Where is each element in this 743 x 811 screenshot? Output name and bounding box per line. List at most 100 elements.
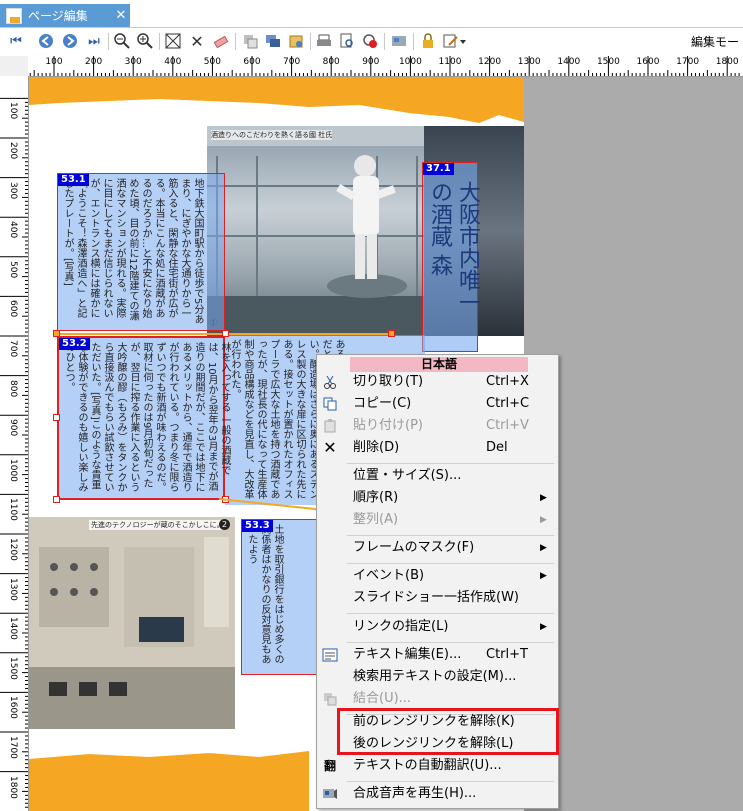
ruler-tick-label: 1200 — [8, 538, 18, 561]
scissors-icon — [321, 374, 339, 390]
frame-text: 林を入ってする 一般の酒蔵では、10月から翌年の3月までが酒造りの期間だが、ここ… — [63, 342, 230, 492]
submenu-arrow-icon: ▶ — [540, 543, 547, 553]
next-page-icon[interactable] — [60, 31, 80, 51]
photo-marker-2: 2 — [219, 519, 230, 530]
menu-item-align[interactable]: 整列(A) ▶ — [317, 509, 558, 531]
ruler-tick-label: 900 — [362, 57, 380, 67]
vertical-ruler: 100 200 300 400 500 600 700 800 900 1000 1100 1200 1… — [0, 76, 29, 811]
ruler-tick-label: 1400 — [8, 617, 18, 641]
ruler-tick-label: 300 — [124, 57, 142, 67]
ruler-tick-label: 1500 — [596, 57, 620, 67]
copy-frame-icon[interactable] — [240, 31, 260, 51]
menu-item-search-text[interactable]: 検索用テキストの設定(M)... — [317, 666, 558, 688]
speech-icon — [321, 786, 339, 802]
ruler-tick-label: 1400 — [557, 57, 581, 67]
first-page-icon[interactable]: ⏮ — [6, 31, 26, 51]
prev-page-icon[interactable] — [36, 31, 56, 51]
print-icon[interactable] — [314, 31, 334, 51]
photo2-caption: 先進のテクノロジーが蔵のそこかしこに。 — [89, 520, 226, 530]
frame-icon[interactable] — [163, 31, 183, 51]
ruler-tick-label: 400 — [8, 221, 18, 239]
ruler-tick-label: 1600 — [8, 696, 18, 720]
ruler-tick-label: 100 — [8, 102, 18, 120]
resize-handle[interactable] — [222, 330, 229, 337]
brewery-photo[interactable]: 酒造りへのこだわりを熱く語る國 杜氏 ① — [207, 126, 427, 336]
resize-handle[interactable] — [53, 496, 60, 503]
no-search-icon[interactable] — [360, 31, 380, 51]
settings-icon[interactable] — [389, 31, 409, 51]
tab-page-edit[interactable]: ページ編集 ✕ — [0, 4, 130, 27]
highlight-annotation — [337, 708, 559, 755]
text-edit-icon — [321, 647, 339, 663]
layers-icon[interactable] — [263, 31, 283, 51]
ruler-tick-label: 1000 — [398, 57, 422, 67]
frame-label: 53.3 — [242, 520, 273, 532]
text-frame-53-1[interactable]: 地下鉄大国町駅から徒歩で5分あまり、にぎやかな大通りから一筋入ると、閑静な住宅街… — [57, 173, 225, 331]
tab-title: ページ編集 — [28, 9, 88, 23]
menu-item-delete[interactable]: ✕ 削除(D) Del — [317, 437, 558, 459]
page-edit-icon — [6, 7, 22, 24]
frame-text: 土地を取引銀行をはじめ多くの関係者はかなりの反対意見もあったよう — [246, 524, 283, 664]
frame-text: 地下鉄大国町駅から徒歩で5分あまり、にぎやかな大通りから一筋入ると、閑静な住宅街… — [62, 178, 203, 325]
submenu-arrow-icon: ▶ — [540, 622, 547, 632]
menu-item-auto-translate[interactable]: 翻 テキストの自動翻訳(U)... — [317, 755, 558, 777]
edit-dropdown-icon[interactable] — [442, 31, 468, 51]
title-frame-37-1[interactable]: 大阪市内唯一の酒蔵 森 37.1 — [422, 162, 480, 352]
control-panel-photo[interactable]: 先進のテクノロジーが蔵のそこかしこに。 2 — [29, 517, 235, 729]
title-text: 大阪市内唯一の酒蔵 森 — [427, 181, 480, 313]
photo1-caption: 酒造りへのこだわりを熱く語る國 杜氏 — [211, 130, 333, 140]
tab-bar: ページ編集 ✕ — [0, 0, 743, 28]
menu-item-speech[interactable]: 合成音声を再生(H)... — [317, 783, 558, 805]
mode-label[interactable]: 編集モー — [691, 33, 739, 50]
paste-icon — [321, 418, 339, 434]
ruler-tick-label: 400 — [164, 57, 182, 67]
package-icon[interactable] — [286, 31, 306, 51]
zoom-out-icon[interactable] — [112, 31, 132, 51]
menu-item-merge[interactable]: 結合(U)... — [317, 688, 558, 710]
ruler-tick-label: 1800 — [8, 775, 18, 799]
ruler-tick-label: 1200 — [478, 57, 502, 67]
menu-item-link[interactable]: リンクの指定(L) ▶ — [317, 616, 558, 638]
toolbar: ⏮ ⏭ ✕ 編集モー — [0, 28, 743, 55]
ruler-tick-label: 600 — [243, 57, 261, 67]
lock-icon[interactable] — [418, 31, 438, 51]
submenu-arrow-icon: ▶ — [540, 493, 547, 503]
ruler-tick-label: 700 — [8, 340, 18, 358]
ruler-tick-label: 1300 — [517, 57, 541, 67]
horizontal-ruler: 100 200 300 400 500 600 700 800 900 1000 1100 1200 1… — [28, 56, 743, 77]
submenu-arrow-icon: ▶ — [540, 571, 547, 581]
ruler-corner — [0, 56, 29, 77]
zoom-in-icon[interactable] — [135, 31, 155, 51]
menu-item-paste[interactable]: 貼り付け(P) Ctrl+V — [317, 415, 558, 437]
ruler-tick-label: 800 — [322, 57, 340, 67]
ruler-tick-label: 100 — [45, 57, 63, 67]
search-doc-icon[interactable] — [337, 31, 357, 51]
resize-handle[interactable] — [53, 414, 60, 421]
translate-icon: 翻 — [323, 759, 336, 773]
eraser-icon[interactable] — [211, 31, 231, 51]
ruler-tick-label: 1700 — [8, 736, 18, 759]
ruler-tick-label: 1100 — [438, 57, 462, 67]
menu-item-slideshow[interactable]: スライドショー一括作成(W) — [317, 587, 558, 609]
ruler-tick-label: 1100 — [8, 498, 18, 522]
frame-label: 53.1 — [58, 174, 89, 186]
text-frame-53-2[interactable]: 林を入ってする 一般の酒蔵では、10月から翌年の3月までが酒造りの期間だが、ここ… — [57, 336, 230, 500]
ruler-tick-label: 500 — [8, 260, 18, 278]
delete-icon[interactable]: ✕ — [187, 31, 207, 51]
ruler-tick-label: 300 — [8, 181, 18, 199]
close-tab-button[interactable]: ✕ — [112, 8, 130, 23]
menu-item-text-edit[interactable]: テキスト編集(E)... Ctrl+T — [317, 644, 558, 666]
ruler-tick-label: 1300 — [8, 577, 18, 601]
resize-handle[interactable] — [53, 330, 60, 337]
menu-item-copy[interactable]: コピー(C) Ctrl+C — [317, 393, 558, 415]
last-page-icon[interactable]: ⏭ — [84, 31, 104, 51]
merge-icon — [321, 691, 339, 707]
ruler-tick-label: 800 — [8, 379, 18, 397]
menu-item-position-size[interactable]: 位置・サイズ(S)... — [317, 465, 558, 487]
menu-header-language: 日本語 — [350, 357, 528, 372]
menu-item-frame-mask[interactable]: フレームのマスク(F) ▶ — [317, 537, 558, 559]
menu-item-cut[interactable]: 切り取り(T) Ctrl+X — [317, 371, 558, 393]
resize-handle[interactable] — [388, 330, 395, 337]
menu-item-event[interactable]: イベント(B) ▶ — [317, 565, 558, 587]
menu-item-order[interactable]: 順序(R) ▶ — [317, 487, 558, 509]
